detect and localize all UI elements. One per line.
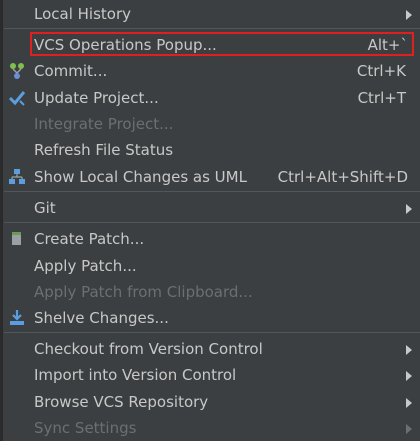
submenu-arrow-icon [406, 398, 412, 408]
menu-item-commit[interactable]: Commit... Ctrl+K [4, 58, 420, 84]
menu-item-label: Commit... [34, 62, 108, 80]
menu-item-label: Show Local Changes as UML [34, 168, 247, 186]
menu-item-label: Refresh File Status [34, 141, 174, 159]
menu-separator [4, 332, 420, 333]
menu-separator [4, 28, 420, 29]
menu-item-show-local-changes-uml[interactable]: Show Local Changes as UML Ctrl+Alt+Shift… [4, 164, 420, 190]
submenu-arrow-icon [406, 371, 412, 381]
menu-item-apply-patch-clipboard[interactable]: Apply Patch from Clipboard... [4, 279, 420, 305]
menu-item-label: Import into Version Control [34, 366, 237, 384]
menu-item-sync-settings[interactable]: Sync Settings [4, 415, 420, 441]
patch-file-icon [12, 232, 21, 245]
menu-item-checkout-from-vc[interactable]: Checkout from Version Control [4, 336, 420, 362]
menu-item-label: Git [34, 199, 56, 217]
menu-item-apply-patch[interactable]: Apply Patch... [4, 253, 420, 279]
menu-separator [4, 191, 420, 192]
menu-item-label: Apply Patch... [34, 257, 137, 275]
submenu-arrow-icon [406, 10, 412, 20]
menu-item-label: Browse VCS Repository [34, 393, 209, 411]
submenu-arrow-icon [406, 424, 412, 434]
menu-item-create-patch[interactable]: Create Patch... [4, 226, 420, 252]
shelve-icon [10, 310, 24, 325]
menu-item-label: Update Project... [34, 89, 159, 107]
menu-item-git[interactable]: Git [4, 195, 420, 221]
menu-item-import-into-vc[interactable]: Import into Version Control [4, 362, 420, 388]
submenu-arrow-icon [406, 345, 412, 355]
menu-item-shortcut: Ctrl+K [356, 62, 406, 80]
menu-item-label: Sync Settings [34, 419, 137, 437]
left-window-edge [0, 0, 3, 441]
menu-item-label: Shelve Changes... [34, 309, 169, 327]
menu-item-label: Local History [34, 5, 132, 23]
menu-item-label: Integrate Project... [34, 115, 174, 133]
menu-item-shelve-changes[interactable]: Shelve Changes... [4, 305, 420, 331]
uml-diagram-icon [9, 169, 25, 184]
menu-item-update-project[interactable]: Update Project... Ctrl+T [4, 85, 420, 111]
commit-icon [10, 63, 24, 79]
submenu-arrow-icon [406, 204, 412, 214]
update-project-icon [8, 91, 26, 106]
menu-item-shortcut: Ctrl+Alt+Shift+D [277, 168, 408, 186]
menu-separator [4, 222, 420, 223]
menu-item-label: Apply Patch from Clipboard... [34, 283, 253, 301]
menu-item-local-history[interactable]: Local History [4, 1, 420, 27]
highlight-box [30, 32, 414, 56]
menu-item-shortcut: Ctrl+T [357, 89, 406, 107]
menu-item-label: Checkout from Version Control [34, 340, 263, 358]
menu-item-browse-vcs-repository[interactable]: Browse VCS Repository [4, 389, 420, 415]
vcs-menu: Local History VCS Operations Popup... Al… [4, 0, 420, 441]
menu-item-integrate-project[interactable]: Integrate Project... [4, 111, 420, 137]
menu-item-label: Create Patch... [34, 230, 145, 248]
menu-item-refresh-file-status[interactable]: Refresh File Status [4, 137, 420, 163]
